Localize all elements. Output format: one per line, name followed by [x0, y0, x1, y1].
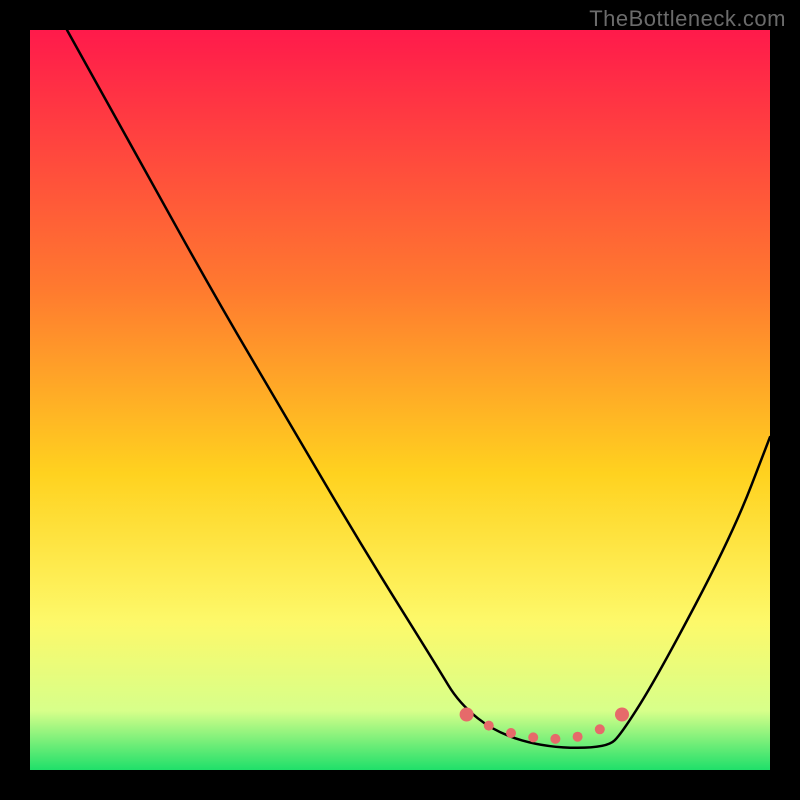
optimal-band-dot [506, 728, 516, 738]
chart-plot-area [30, 30, 770, 770]
watermark-text: TheBottleneck.com [589, 6, 786, 32]
optimal-band-dot [460, 708, 474, 722]
optimal-band-dot [595, 724, 605, 734]
optimal-band-dot [528, 732, 538, 742]
optimal-band-dot [573, 732, 583, 742]
gradient-background [30, 30, 770, 770]
optimal-band-dot [550, 734, 560, 744]
optimal-band-dot [615, 708, 629, 722]
optimal-band-dot [484, 721, 494, 731]
chart-frame: TheBottleneck.com [0, 0, 800, 800]
chart-svg [30, 30, 770, 770]
